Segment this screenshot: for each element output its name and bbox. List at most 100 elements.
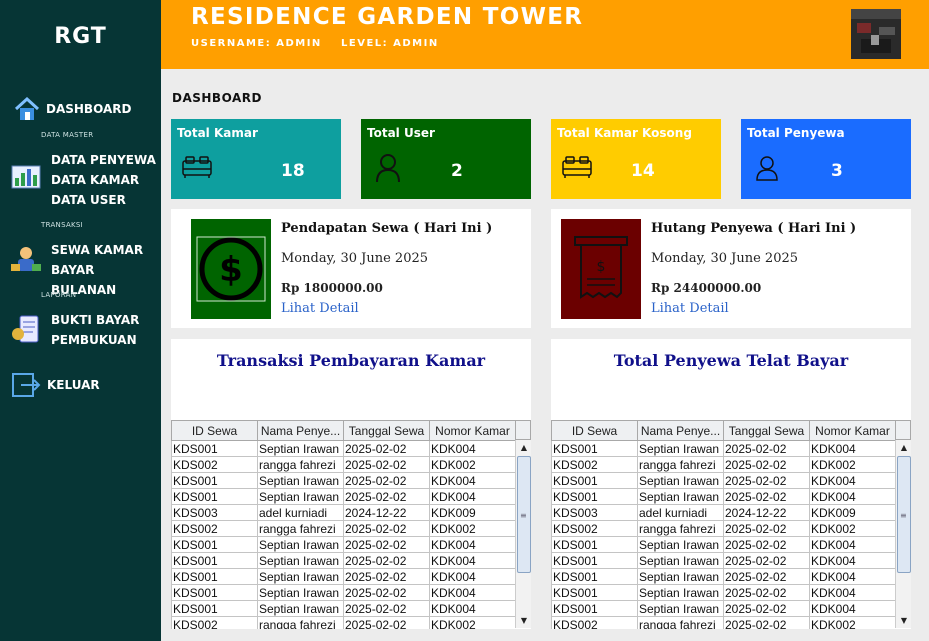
table-row[interactable]: KDS001 Septian Irawan 2025-02-02 KDK004 [551, 472, 895, 489]
sidebar: RGT DASHBOARD DATA MASTER DATA PENYEWA D… [0, 0, 161, 641]
table-row[interactable]: KDS001 Septian Irawan 2025-02-02 KDK004 [551, 536, 895, 553]
stat-card-total-kamar-kosong[interactable]: Total Kamar Kosong 14 [551, 119, 721, 199]
table-row[interactable]: KDS002 rangga fahrezi 2025-02-02 KDK002 [551, 456, 895, 473]
table-row[interactable]: KDS001 Septian Irawan 2025-02-02 KDK004 [171, 568, 515, 585]
table-cell: 2025-02-02 [723, 600, 810, 617]
nav-sewa-kamar[interactable]: SEWA KAMAR [51, 240, 161, 260]
table-row[interactable]: KDS001 Septian Irawan 2025-02-02 KDK004 [171, 472, 515, 489]
table-row[interactable]: KDS001 Septian Irawan 2025-02-02 KDK004 [171, 440, 515, 457]
nav-bukti-bayar[interactable]: BUKTI BAYAR [51, 310, 139, 330]
payments-scrollbar[interactable]: ▲ ≡ ▼ [515, 440, 531, 628]
table-row[interactable]: KDS002 rangga fahrezi 2025-02-02 KDK002 [171, 520, 515, 537]
table-row[interactable]: KDS001 Septian Irawan 2025-02-02 KDK004 [171, 536, 515, 553]
column-header[interactable]: ID Sewa [551, 420, 638, 441]
table-cell: KDS003 [171, 504, 258, 521]
svg-text:$: $ [597, 259, 606, 275]
table-row[interactable]: KDS001 Septian Irawan 2025-02-02 KDK004 [171, 584, 515, 601]
scroll-up-arrow-icon[interactable]: ▲ [896, 440, 912, 455]
table-cell: rangga fahrezi [637, 616, 724, 629]
table-cell: KDK004 [809, 536, 895, 553]
table-cell: Septian Irawan [257, 488, 344, 505]
scroll-thumb[interactable]: ≡ [517, 456, 531, 573]
scroll-down-arrow-icon[interactable]: ▼ [896, 613, 912, 628]
nav-dashboard[interactable]: DASHBOARD [14, 97, 131, 121]
nav-pembukuan[interactable]: PEMBUKUAN [51, 330, 139, 350]
table-row[interactable]: KDS002 rangga fahrezi 2025-02-02 KDK002 [171, 616, 515, 629]
table-cell: 2025-02-02 [343, 520, 430, 537]
table-cell: Septian Irawan [637, 600, 724, 617]
section-transaksi: TRANSAKSI [41, 221, 84, 229]
table-row[interactable]: KDS001 Septian Irawan 2025-02-02 KDK004 [551, 440, 895, 457]
table-cell: KDK002 [809, 456, 895, 473]
table-cell: KDK002 [429, 520, 515, 537]
stat-card-total-penyewa[interactable]: Total Penyewa 3 [741, 119, 911, 199]
nav-data-user[interactable]: DATA USER [51, 190, 156, 210]
table-row[interactable]: KDS003 adel kurniadi 2024-12-22 KDK009 [171, 504, 515, 521]
table-cell: Septian Irawan [637, 536, 724, 553]
table-cell: KDS002 [551, 520, 638, 537]
late-scrollbar[interactable]: ▲ ≡ ▼ [895, 440, 911, 628]
user-icon [756, 156, 778, 181]
table-cell: 2025-02-02 [343, 568, 430, 585]
scroll-up-arrow-icon[interactable]: ▲ [516, 440, 532, 455]
column-header[interactable]: Nomor Kamar [429, 420, 515, 441]
table-row[interactable]: KDS001 Septian Irawan 2025-02-02 KDK004 [171, 552, 515, 569]
laporan-menu: BUKTI BAYAR PEMBUKUAN [51, 310, 139, 350]
money-user-icon [11, 247, 41, 271]
table-cell: KDS003 [551, 504, 638, 521]
table-cell: Septian Irawan [637, 440, 724, 457]
table-cell: KDS001 [551, 584, 638, 601]
table-cell: KDK004 [809, 568, 895, 585]
table-cell: KDK002 [809, 616, 895, 629]
table-cell: Septian Irawan [257, 552, 344, 569]
bed-icon [562, 156, 592, 178]
column-header[interactable]: Nomor Kamar [809, 420, 895, 441]
table-cell: rangga fahrezi [257, 616, 344, 629]
table-row[interactable]: KDS001 Septian Irawan 2025-02-02 KDK004 [551, 568, 895, 585]
late-title: Total Penyewa Telat Bayar [613, 351, 849, 370]
payments-panel: Transaksi Pembayaran Kamar ID Sewa Nama … [171, 339, 531, 629]
column-header[interactable]: ID Sewa [171, 420, 258, 441]
nav-logout[interactable]: KELUAR [11, 372, 100, 398]
table-row[interactable]: KDS001 Septian Irawan 2025-02-02 KDK004 [551, 600, 895, 617]
payments-table-viewport: ID Sewa Nama Penye... Tanggal Sewa Nomor… [171, 420, 515, 629]
section-laporan: LAPORAN [41, 291, 77, 299]
column-header[interactable]: Tanggal Sewa [343, 420, 430, 441]
income-detail-link[interactable]: Lihat Detail [281, 301, 359, 316]
table-row[interactable]: KDS002 rangga fahrezi 2025-02-02 KDK002 [551, 616, 895, 629]
table-cell: KDS001 [551, 488, 638, 505]
table-row[interactable]: KDS001 Septian Irawan 2025-02-02 KDK004 [551, 552, 895, 569]
column-header[interactable]: Nama Penye... [257, 420, 344, 441]
level-label: LEVEL: ADMIN [341, 38, 439, 49]
table-row[interactable]: KDS002 rangga fahrezi 2025-02-02 KDK002 [171, 456, 515, 473]
debt-panel: $ Hutang Penyewa ( Hari Ini ) Monday, 30… [551, 209, 911, 328]
scroll-thumb[interactable]: ≡ [897, 456, 911, 573]
column-header[interactable]: Nama Penye... [637, 420, 724, 441]
nav-logout-label: KELUAR [47, 378, 100, 392]
home-icon [14, 97, 40, 120]
debt-detail-link[interactable]: Lihat Detail [651, 301, 729, 316]
table-cell: KDS001 [551, 440, 638, 457]
section-data-master: DATA MASTER [41, 131, 94, 139]
table-cell: KDS001 [551, 552, 638, 569]
nav-data-penyewa[interactable]: DATA PENYEWA [51, 150, 156, 170]
table-row[interactable]: KDS001 Septian Irawan 2025-02-02 KDK004 [551, 488, 895, 505]
table-cell: KDK004 [429, 536, 515, 553]
table-row[interactable]: KDS001 Septian Irawan 2025-02-02 KDK004 [551, 584, 895, 601]
stat-label: Total User [367, 126, 435, 140]
table-row[interactable]: KDS003 adel kurniadi 2024-12-22 KDK009 [551, 504, 895, 521]
stat-card-total-user[interactable]: Total User 2 [361, 119, 531, 199]
column-header[interactable]: Tanggal Sewa [723, 420, 810, 441]
late-table: ID Sewa Nama Penye... Tanggal Sewa Nomor… [551, 420, 895, 629]
table-row[interactable]: KDS001 Septian Irawan 2025-02-02 KDK004 [171, 488, 515, 505]
stat-card-total-kamar[interactable]: Total Kamar 18 [171, 119, 341, 199]
avatar[interactable] [851, 9, 901, 59]
scroll-down-arrow-icon[interactable]: ▼ [516, 613, 532, 628]
table-row[interactable]: KDS001 Septian Irawan 2025-02-02 KDK004 [171, 600, 515, 617]
table-row[interactable]: KDS002 rangga fahrezi 2025-02-02 KDK002 [551, 520, 895, 537]
stat-value: 2 [451, 161, 463, 181]
nav-data-kamar[interactable]: DATA KAMAR [51, 170, 156, 190]
table-header-corner [515, 420, 531, 440]
table-cell: 2025-02-02 [723, 440, 810, 457]
receipt-icon [12, 315, 39, 343]
